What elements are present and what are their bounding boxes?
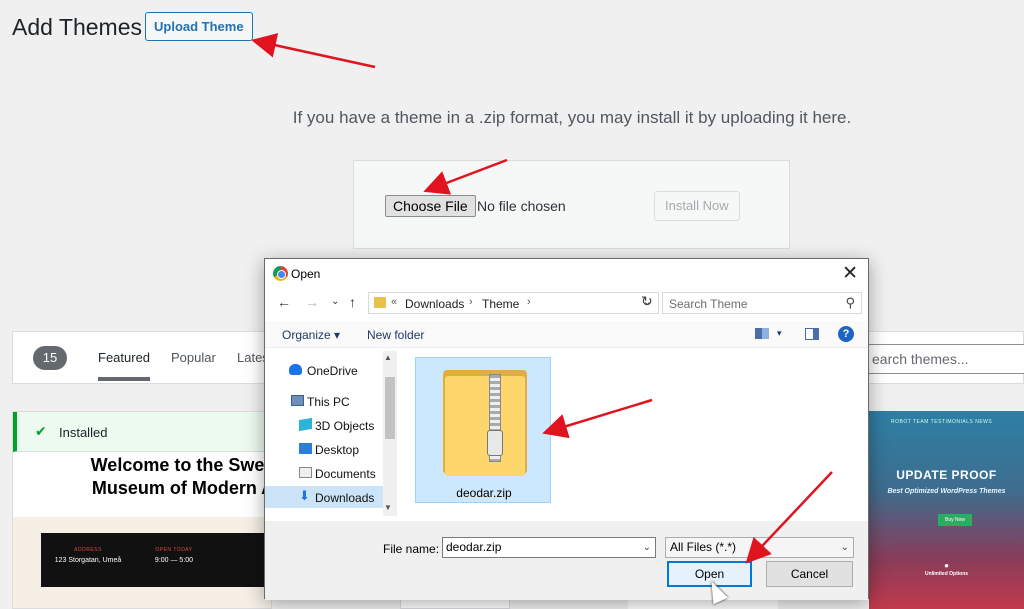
new-folder-button[interactable]: New folder [367,328,424,342]
breadcrumb-theme[interactable]: Theme [482,297,519,311]
preview-nav: ROBOT TEAM TESTIMONIALS NEWS [891,419,993,425]
upload-help-text: If you have a theme in a .zip format, yo… [292,108,852,127]
tab-featured[interactable]: Featured [98,350,151,381]
chevron-right-icon: › [469,296,473,308]
breadcrumb-downloads[interactable]: Downloads [405,297,464,311]
theme-preview-strip: ADDRESS 123 Storgatan, Umeå OPEN TODAY 9… [41,533,271,587]
cloud-icon [289,364,302,375]
open-heading: OPEN TODAY [155,547,193,553]
scroll-up-icon[interactable]: ▲ [384,353,392,362]
download-icon: ⬇ [299,488,310,503]
view-options-icon[interactable] [755,328,769,339]
preview-buy-button: Buy Now [938,514,972,526]
dialog-toolbar: Organize ▾ New folder ▾ ? [265,321,868,348]
theme-preview-heading: Welcome to the Swed Museum of Modern A [90,455,272,498]
close-icon[interactable]: ✕ [842,262,858,285]
up-arrow-icon[interactable]: ↑ [349,294,356,310]
navigation-pane: OneDrive This PC 3D Objects Desktop Docu… [265,351,397,516]
page-title: Add Themes [12,14,142,40]
file-name-input[interactable]: deodar.zip ⌄ [442,537,656,558]
file-name-label: deodar.zip [456,486,512,500]
scroll-thumb[interactable] [385,377,395,439]
chevron-down-icon: ⌄ [840,542,849,553]
address-heading: ADDRESS [74,547,102,553]
dialog-search-input[interactable]: Search Theme ⚲ [662,292,862,314]
choose-file-button[interactable]: Choose File [385,195,476,217]
pc-icon [291,395,304,406]
dialog-nav-row: ← → ⌄ ↑ « Downloads › Theme › ⌄ ↻ Search… [265,290,868,316]
preview-subtitle: Best Optimized WordPress Themes [887,488,1006,495]
check-icon: ✔ [35,423,47,439]
theme-card-update-proof[interactable]: ROBOT TEAM TESTIMONIALS NEWS UPDATE PROO… [869,411,1024,609]
refresh-icon[interactable]: ↻ [641,293,653,310]
view-dropdown-icon[interactable]: ▾ [777,328,782,339]
preview-unlimited: Unlimited Options [924,571,969,577]
nav-scrollbar[interactable]: ▲ ▼ [383,351,396,516]
folder-icon [374,297,386,308]
dialog-footer: File name: deodar.zip ⌄ All Files (*.*) … [265,521,868,600]
file-list: deodar.zip [399,351,866,516]
installed-notice: ✔ Installed [13,412,271,452]
file-name-caption: File name: [383,542,440,556]
nav-item-onedrive[interactable]: OneDrive [265,359,385,381]
search-placeholder: Search Theme [669,297,748,311]
nav-item-this-pc[interactable]: This PC [265,390,385,412]
help-icon[interactable]: ? [838,326,854,342]
theme-preview-hero: ADDRESS 123 Storgatan, Umeå OPEN TODAY 9… [13,517,271,608]
upload-theme-button[interactable]: Upload Theme [145,12,253,41]
tab-popular[interactable]: Popular [171,350,216,365]
chevron-down-icon[interactable]: ⌄ [643,538,651,557]
dialog-title: Open [291,267,321,281]
chrome-icon [273,266,288,281]
nav-item-3d-objects[interactable]: 3D Objects [265,414,385,436]
file-type-select[interactable]: All Files (*.*) ⌄ [665,537,854,558]
search-themes-input[interactable]: earch themes... [861,344,1024,374]
scroll-down-icon[interactable]: ▼ [384,503,392,512]
theme-card-installed[interactable]: ✔ Installed Welcome to the Swed Museum o… [12,411,272,609]
organize-menu[interactable]: Organize ▾ [282,328,340,342]
file-item[interactable]: deodar.zip [415,357,551,503]
address-bar[interactable]: « Downloads › Theme › ⌄ [368,292,659,314]
desktop-icon [299,443,312,454]
open-value: 9:00 — 5:00 [154,557,194,564]
install-now-button[interactable]: Install Now [654,191,740,221]
dialog-title-bar: Open ✕ [265,259,868,288]
forward-arrow-icon[interactable]: → [305,294,319,310]
upload-form: Choose File No file chosen Install Now [353,160,790,249]
preview-title: UPDATE PROOF [896,468,997,482]
installed-label: Installed [59,425,108,440]
arrow-to-upload-theme [251,33,376,69]
search-icon: ⚲ [845,295,855,310]
zip-folder-icon [443,370,527,476]
nav-item-desktop[interactable]: Desktop [265,438,385,460]
chevron-right-icon: › [527,296,531,308]
back-arrow-icon[interactable]: ← [277,294,291,310]
theme-count-badge: 15 [33,346,67,370]
open-file-dialog: Open ✕ ← → ⌄ ↑ « Downloads › Theme › ⌄ ↻… [264,258,869,600]
no-file-label: No file chosen [477,198,566,214]
nav-item-downloads[interactable]: ⬇ Downloads [265,486,385,508]
cancel-button[interactable]: Cancel [766,561,853,587]
preview-pane-icon[interactable] [805,328,819,340]
recent-chevron-icon[interactable]: ⌄ [331,296,339,307]
apple-icon: ● [944,561,949,570]
address-value: 123 Storgatan, Umeå [54,557,122,564]
nav-item-documents[interactable]: Documents [265,462,385,484]
cube-icon [299,417,312,432]
documents-icon [299,467,312,478]
